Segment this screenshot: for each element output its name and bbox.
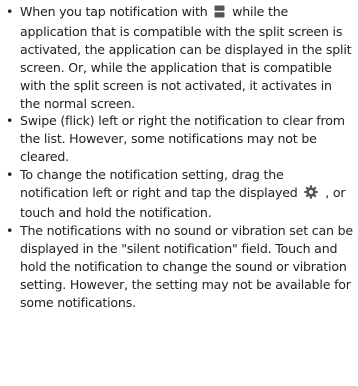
item-text-before-icon: To change the notification setting, drag… bbox=[20, 167, 298, 201]
document-page: • When you tap notification with while t… bbox=[0, 0, 358, 386]
split-screen-icon bbox=[214, 5, 225, 23]
bullet-marker: • bbox=[6, 167, 14, 183]
list-item-swipe-to-clear: • Swipe (flick) left or right the notifi… bbox=[6, 112, 358, 166]
list-item-silent-notification: • The notifications with no sound or vib… bbox=[6, 222, 358, 312]
list-item-split-screen: • When you tap notification with while t… bbox=[6, 3, 358, 112]
item-text-after-icon: while the application that is compatible… bbox=[20, 4, 352, 111]
bullet-marker: • bbox=[6, 222, 14, 238]
bullet-marker: • bbox=[6, 4, 14, 19]
item-text: The notifications with no sound or vibra… bbox=[20, 222, 353, 310]
list-item-change-setting: • To change the notification setting, dr… bbox=[6, 166, 358, 222]
item-text-before-icon: When you tap notification with bbox=[20, 4, 208, 19]
notification-tips-list: • When you tap notification with while t… bbox=[0, 3, 358, 311]
bullet-marker: • bbox=[6, 113, 14, 129]
gear-icon bbox=[304, 185, 319, 204]
item-text: Swipe (flick) left or right the notifica… bbox=[20, 113, 345, 165]
